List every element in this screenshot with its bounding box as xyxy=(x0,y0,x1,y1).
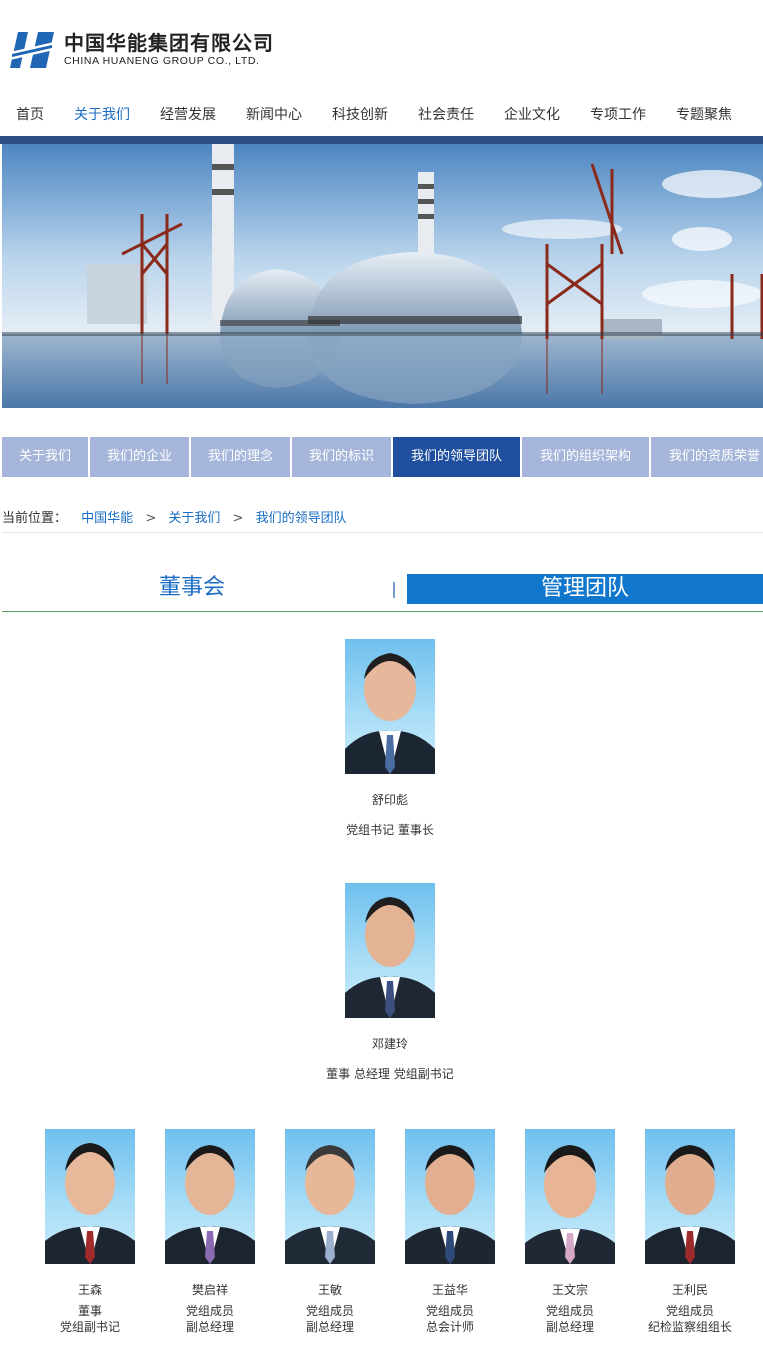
nav-item-business[interactable]: 经营发展 xyxy=(144,96,230,134)
leader-portrait xyxy=(525,1129,615,1264)
leadership-tabs: 董事会 管理团队 xyxy=(2,572,763,612)
nav-item-responsibility[interactable]: 社会责任 xyxy=(402,96,488,134)
leader-title: 董事 总经理 党组副书记 xyxy=(326,1067,454,1081)
leader-title: 党组成员 xyxy=(305,1304,354,1318)
subnav-item-enterprises[interactable]: 我们的企业 xyxy=(90,437,189,477)
leader-title: 副总经理 xyxy=(185,1320,234,1334)
breadcrumb-separator: > xyxy=(145,511,157,526)
leader-portrait xyxy=(405,1129,495,1264)
nav-item-topics[interactable]: 专题聚焦 xyxy=(660,96,746,134)
leader-title: 总会计师 xyxy=(425,1320,474,1334)
subnav-item-honors[interactable]: 我们的资质荣誉 xyxy=(651,437,763,477)
subnav-item-philosophy[interactable]: 我们的理念 xyxy=(191,437,290,477)
breadcrumb-current[interactable]: 我们的领导团队 xyxy=(256,511,347,526)
nav-item-home[interactable]: 首页 xyxy=(0,96,58,134)
nav-item-culture[interactable]: 企业文化 xyxy=(488,96,574,134)
breadcrumb-label: 当前位置： xyxy=(2,511,68,526)
about-subnav: 关于我们 我们的企业 我们的理念 我们的标识 我们的领导团队 我们的组织架构 我… xyxy=(2,437,763,477)
subnav-item-about[interactable]: 关于我们 xyxy=(2,437,88,477)
nav-item-innovation[interactable]: 科技创新 xyxy=(316,96,402,134)
leader-title: 副总经理 xyxy=(305,1320,354,1334)
leader-portrait xyxy=(165,1129,255,1264)
leader-title: 纪检监察组组长 xyxy=(647,1320,732,1334)
leader-card[interactable]: 樊启祥 党组成员 副总经理 xyxy=(150,1129,270,1335)
leader-card[interactable]: 王益华 党组成员 总会计师 xyxy=(390,1129,510,1335)
leader-name: 王敏 xyxy=(317,1283,342,1297)
leader-portrait xyxy=(45,1129,135,1264)
leader-card[interactable]: 王森 董事 党组副书记 xyxy=(30,1129,150,1335)
leader-card[interactable]: 王利民 党组成员 纪检监察组组长 xyxy=(630,1129,750,1335)
leader-name: 王文宗 xyxy=(551,1283,588,1297)
leader-title: 董事 xyxy=(77,1304,102,1318)
leader-title: 党组成员 xyxy=(425,1304,474,1318)
hero-banner-image xyxy=(2,144,763,408)
leader-title: 党组成员 xyxy=(665,1304,714,1318)
nav-item-special-work[interactable]: 专项工作 xyxy=(574,96,660,134)
brand-name-cn: 中国华能集团有限公司 xyxy=(64,31,274,55)
leader-title: 党组副书记 xyxy=(59,1320,120,1334)
nav-item-news[interactable]: 新闻中心 xyxy=(230,96,316,134)
subnav-item-leadership[interactable]: 我们的领导团队 xyxy=(393,437,520,477)
nav-divider-bar xyxy=(0,136,763,144)
leader-title: 党组书记 董事长 xyxy=(346,823,434,837)
leader-title: 党组成员 xyxy=(545,1304,594,1318)
leader-name: 王利民 xyxy=(671,1283,708,1297)
tab-divider xyxy=(393,582,395,598)
subnav-item-organization[interactable]: 我们的组织架构 xyxy=(522,437,649,477)
leader-portrait xyxy=(345,883,435,1018)
leader-name: 王森 xyxy=(77,1283,102,1297)
leader-card[interactable]: 舒印彪 党组书记 董事长 xyxy=(300,639,480,838)
subnav-item-logo[interactable]: 我们的标识 xyxy=(292,437,391,477)
leader-title: 党组成员 xyxy=(185,1304,234,1318)
breadcrumb-link-home[interactable]: 中国华能 xyxy=(81,511,133,526)
main-nav: 首页 关于我们 经营发展 新闻中心 科技创新 社会责任 企业文化 专项工作 专题… xyxy=(0,96,763,134)
breadcrumb-separator: > xyxy=(232,511,244,526)
leader-name: 王益华 xyxy=(431,1283,468,1297)
leader-title: 副总经理 xyxy=(545,1320,594,1334)
leader-name: 樊启祥 xyxy=(191,1283,228,1297)
leader-card[interactable]: 邓建玲 董事 总经理 党组副书记 xyxy=(290,883,490,1082)
leader-name: 邓建玲 xyxy=(371,1037,408,1051)
leader-portrait xyxy=(345,639,435,774)
brand-logo[interactable]: 中国华能集团有限公司 CHINA HUANENG GROUP CO., LTD. xyxy=(8,30,274,70)
tab-management-team[interactable]: 管理团队 xyxy=(407,574,763,604)
breadcrumb-link-about[interactable]: 关于我们 xyxy=(168,511,220,526)
leader-name: 舒印彪 xyxy=(371,793,408,807)
leader-card[interactable]: 王敏 党组成员 副总经理 xyxy=(270,1129,390,1335)
site-header: 中国华能集团有限公司 CHINA HUANENG GROUP CO., LTD. xyxy=(0,0,763,95)
brand-name-en: CHINA HUANENG GROUP CO., LTD. xyxy=(64,55,260,67)
leader-portrait xyxy=(645,1129,735,1264)
leader-portrait xyxy=(285,1129,375,1264)
nav-item-about[interactable]: 关于我们 xyxy=(58,96,144,134)
tab-board-of-directors[interactable]: 董事会 xyxy=(2,572,382,604)
leader-card[interactable]: 王文宗 党组成员 副总经理 xyxy=(510,1129,630,1335)
huaneng-logo-icon xyxy=(10,32,54,68)
breadcrumb: 当前位置： 中国华能 > 关于我们 > 我们的领导团队 xyxy=(2,507,763,533)
